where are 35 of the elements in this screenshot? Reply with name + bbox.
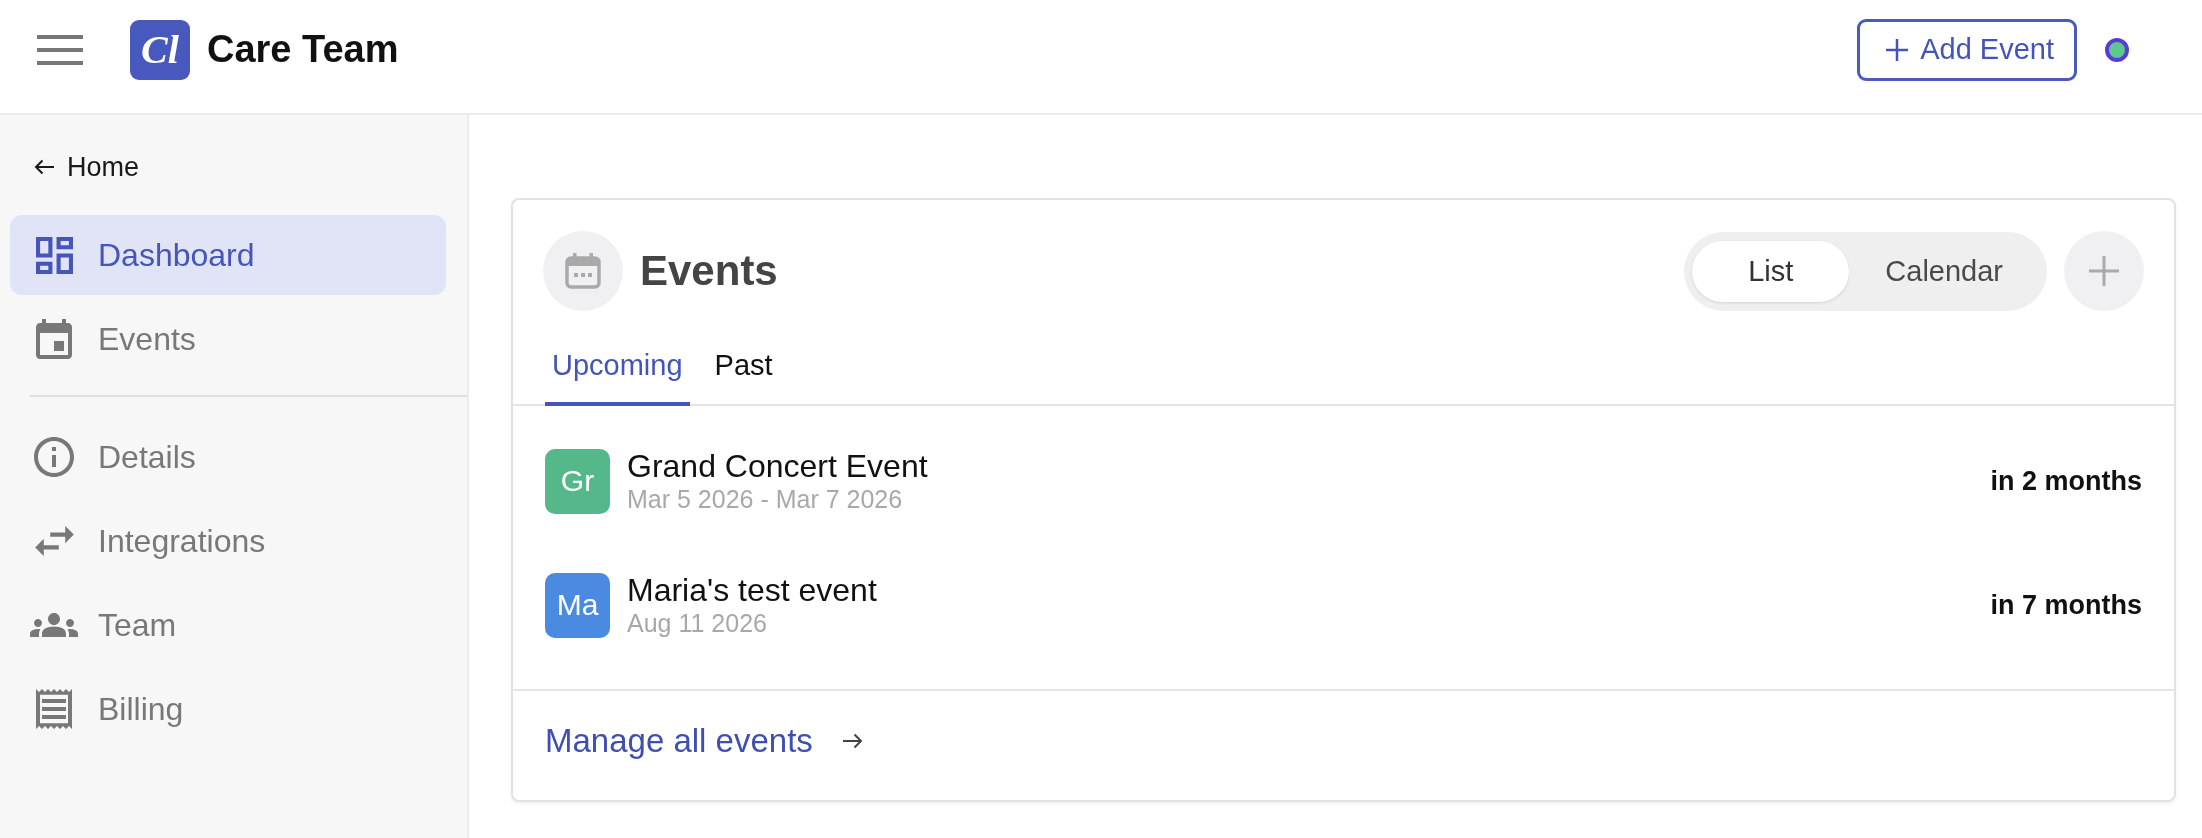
- receipt-icon: [36, 689, 72, 729]
- plus-icon: [2089, 256, 2119, 286]
- sidebar-item[interactable]: Billing: [10, 669, 446, 749]
- status-dot-icon: [2105, 37, 2129, 62]
- tab[interactable]: Past: [707, 331, 780, 406]
- arrow-left-icon: [34, 159, 54, 175]
- calendar-icon: [36, 319, 72, 359]
- avatar: Ma: [545, 572, 610, 638]
- dashboard-icon: [35, 236, 73, 274]
- event-date: Mar 5 2026 - Mar 7 2026: [627, 484, 904, 514]
- sidebar-item[interactable]: Team: [10, 585, 446, 665]
- app-title: Care Team: [207, 28, 399, 71]
- event-title: Maria's test event: [627, 572, 878, 608]
- event-date: Aug 11 2026: [627, 608, 768, 638]
- add-event-button[interactable]: Add Event: [1857, 18, 2077, 81]
- arrow-right-icon: [842, 733, 863, 749]
- app-logo: Cl: [130, 19, 190, 80]
- view-toggle-option[interactable]: List: [1692, 240, 1850, 302]
- back-link[interactable]: Home: [34, 151, 140, 183]
- swap-arrows-icon: [34, 526, 74, 556]
- menu-icon[interactable]: [37, 34, 83, 65]
- info-icon: [34, 437, 74, 477]
- tab[interactable]: Upcoming: [545, 331, 690, 406]
- event-title: Grand Concert Event: [627, 448, 929, 484]
- sidebar-item[interactable]: Integrations: [10, 501, 446, 581]
- plus-icon: [1886, 38, 1909, 61]
- event-time-remaining: in 7 months: [1990, 589, 2142, 621]
- manage-events-link[interactable]: Manage all events: [545, 722, 863, 760]
- avatar: Gr: [545, 448, 610, 514]
- sidebar-item[interactable]: Dashboard: [10, 215, 446, 295]
- people-icon: [30, 613, 78, 637]
- sidebar-item[interactable]: Details: [10, 417, 446, 497]
- sidebar-item[interactable]: Events: [10, 299, 446, 379]
- event-time-remaining: in 2 months: [1990, 465, 2142, 497]
- card-title: Events: [640, 247, 778, 295]
